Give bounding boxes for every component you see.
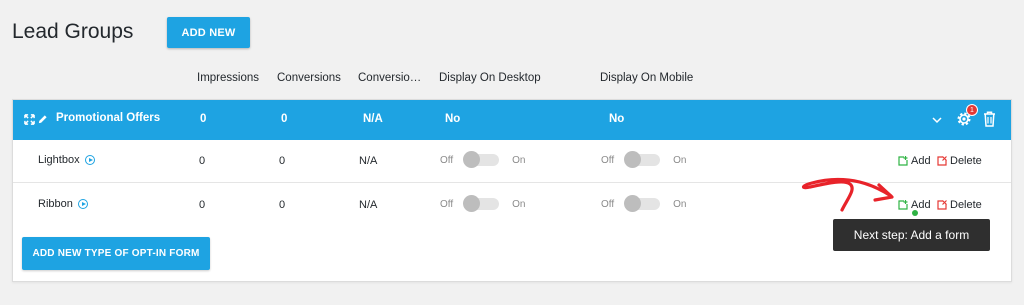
group-name: Promotional Offers	[56, 112, 161, 124]
delete-label: Delete	[950, 155, 982, 167]
delete-label: Delete	[950, 199, 982, 211]
annotation-arrow-icon	[801, 177, 894, 212]
hotspot-dot	[912, 210, 918, 216]
toggle-on-label: On	[673, 198, 687, 210]
toggle-switch[interactable]	[463, 151, 500, 168]
group-conversion-rate: N/A	[363, 113, 383, 125]
delete-form-button[interactable]: Delete	[937, 199, 982, 211]
toggle-knob	[624, 151, 642, 168]
trash-icon[interactable]	[983, 111, 996, 127]
form-conversions: 0	[279, 199, 286, 211]
add-optin-form-button[interactable]: ADD NEW TYPE OF OPT-IN FORM	[22, 237, 210, 270]
notification-badge: 1	[966, 104, 978, 116]
form-name-label: Lightbox	[38, 154, 80, 166]
mobile-toggle[interactable]: Off On	[601, 195, 687, 212]
add-new-button[interactable]: ADD NEW	[167, 17, 250, 48]
column-header-conversions: Conversions	[277, 72, 341, 84]
form-conversions: 0	[279, 155, 286, 167]
form-conversion-rate: N/A	[359, 155, 378, 167]
lead-group-header[interactable]: Promotional Offers 0 0 N/A No No	[13, 100, 1011, 140]
form-name: Lightbox	[38, 154, 95, 166]
add-form-button[interactable]: Add	[898, 155, 931, 167]
toggle-off-label: Off	[601, 154, 615, 166]
expand-icon[interactable]	[24, 114, 35, 125]
page-title: Lead Groups	[12, 20, 134, 43]
form-impressions: 0	[199, 155, 206, 167]
play-icon[interactable]	[77, 199, 88, 209]
play-icon[interactable]	[84, 155, 95, 165]
group-conversions: 0	[281, 113, 288, 125]
column-header-display-desktop: Display On Desktop	[439, 72, 541, 84]
toggle-off-label: Off	[440, 154, 454, 166]
toggle-switch[interactable]	[463, 195, 500, 212]
delete-icon	[937, 200, 947, 210]
toggle-switch[interactable]	[624, 151, 661, 168]
delete-icon	[937, 156, 947, 166]
desktop-toggle[interactable]: Off On	[440, 151, 526, 168]
mobile-toggle[interactable]: Off On	[601, 151, 687, 168]
form-conversion-rate: N/A	[359, 199, 378, 211]
group-impressions: 0	[200, 113, 207, 125]
toggle-off-label: Off	[440, 198, 454, 210]
toggle-knob	[624, 195, 642, 212]
chevron-down-icon[interactable]	[932, 116, 942, 124]
desktop-toggle[interactable]: Off On	[440, 195, 526, 212]
toggle-off-label: Off	[601, 198, 615, 210]
toggle-switch[interactable]	[624, 195, 661, 212]
toggle-on-label: On	[673, 154, 687, 166]
toggle-on-label: On	[512, 154, 526, 166]
toggle-on-label: On	[512, 198, 526, 210]
toggle-knob	[463, 151, 481, 168]
form-impressions: 0	[199, 199, 206, 211]
column-header-impressions: Impressions	[197, 72, 259, 84]
form-name-label: Ribbon	[38, 198, 73, 210]
form-name: Ribbon	[38, 198, 88, 210]
next-step-tooltip: Next step: Add a form	[833, 219, 990, 251]
add-label: Add	[911, 155, 931, 167]
group-display-desktop: No	[445, 113, 461, 125]
toggle-knob	[463, 195, 481, 212]
group-display-mobile: No	[609, 113, 625, 125]
pencil-icon[interactable]	[37, 114, 48, 125]
column-header-display-mobile: Display On Mobile	[600, 72, 694, 84]
column-header-conversion-rate: Conversio…	[358, 72, 422, 84]
delete-form-button[interactable]: Delete	[937, 155, 982, 167]
